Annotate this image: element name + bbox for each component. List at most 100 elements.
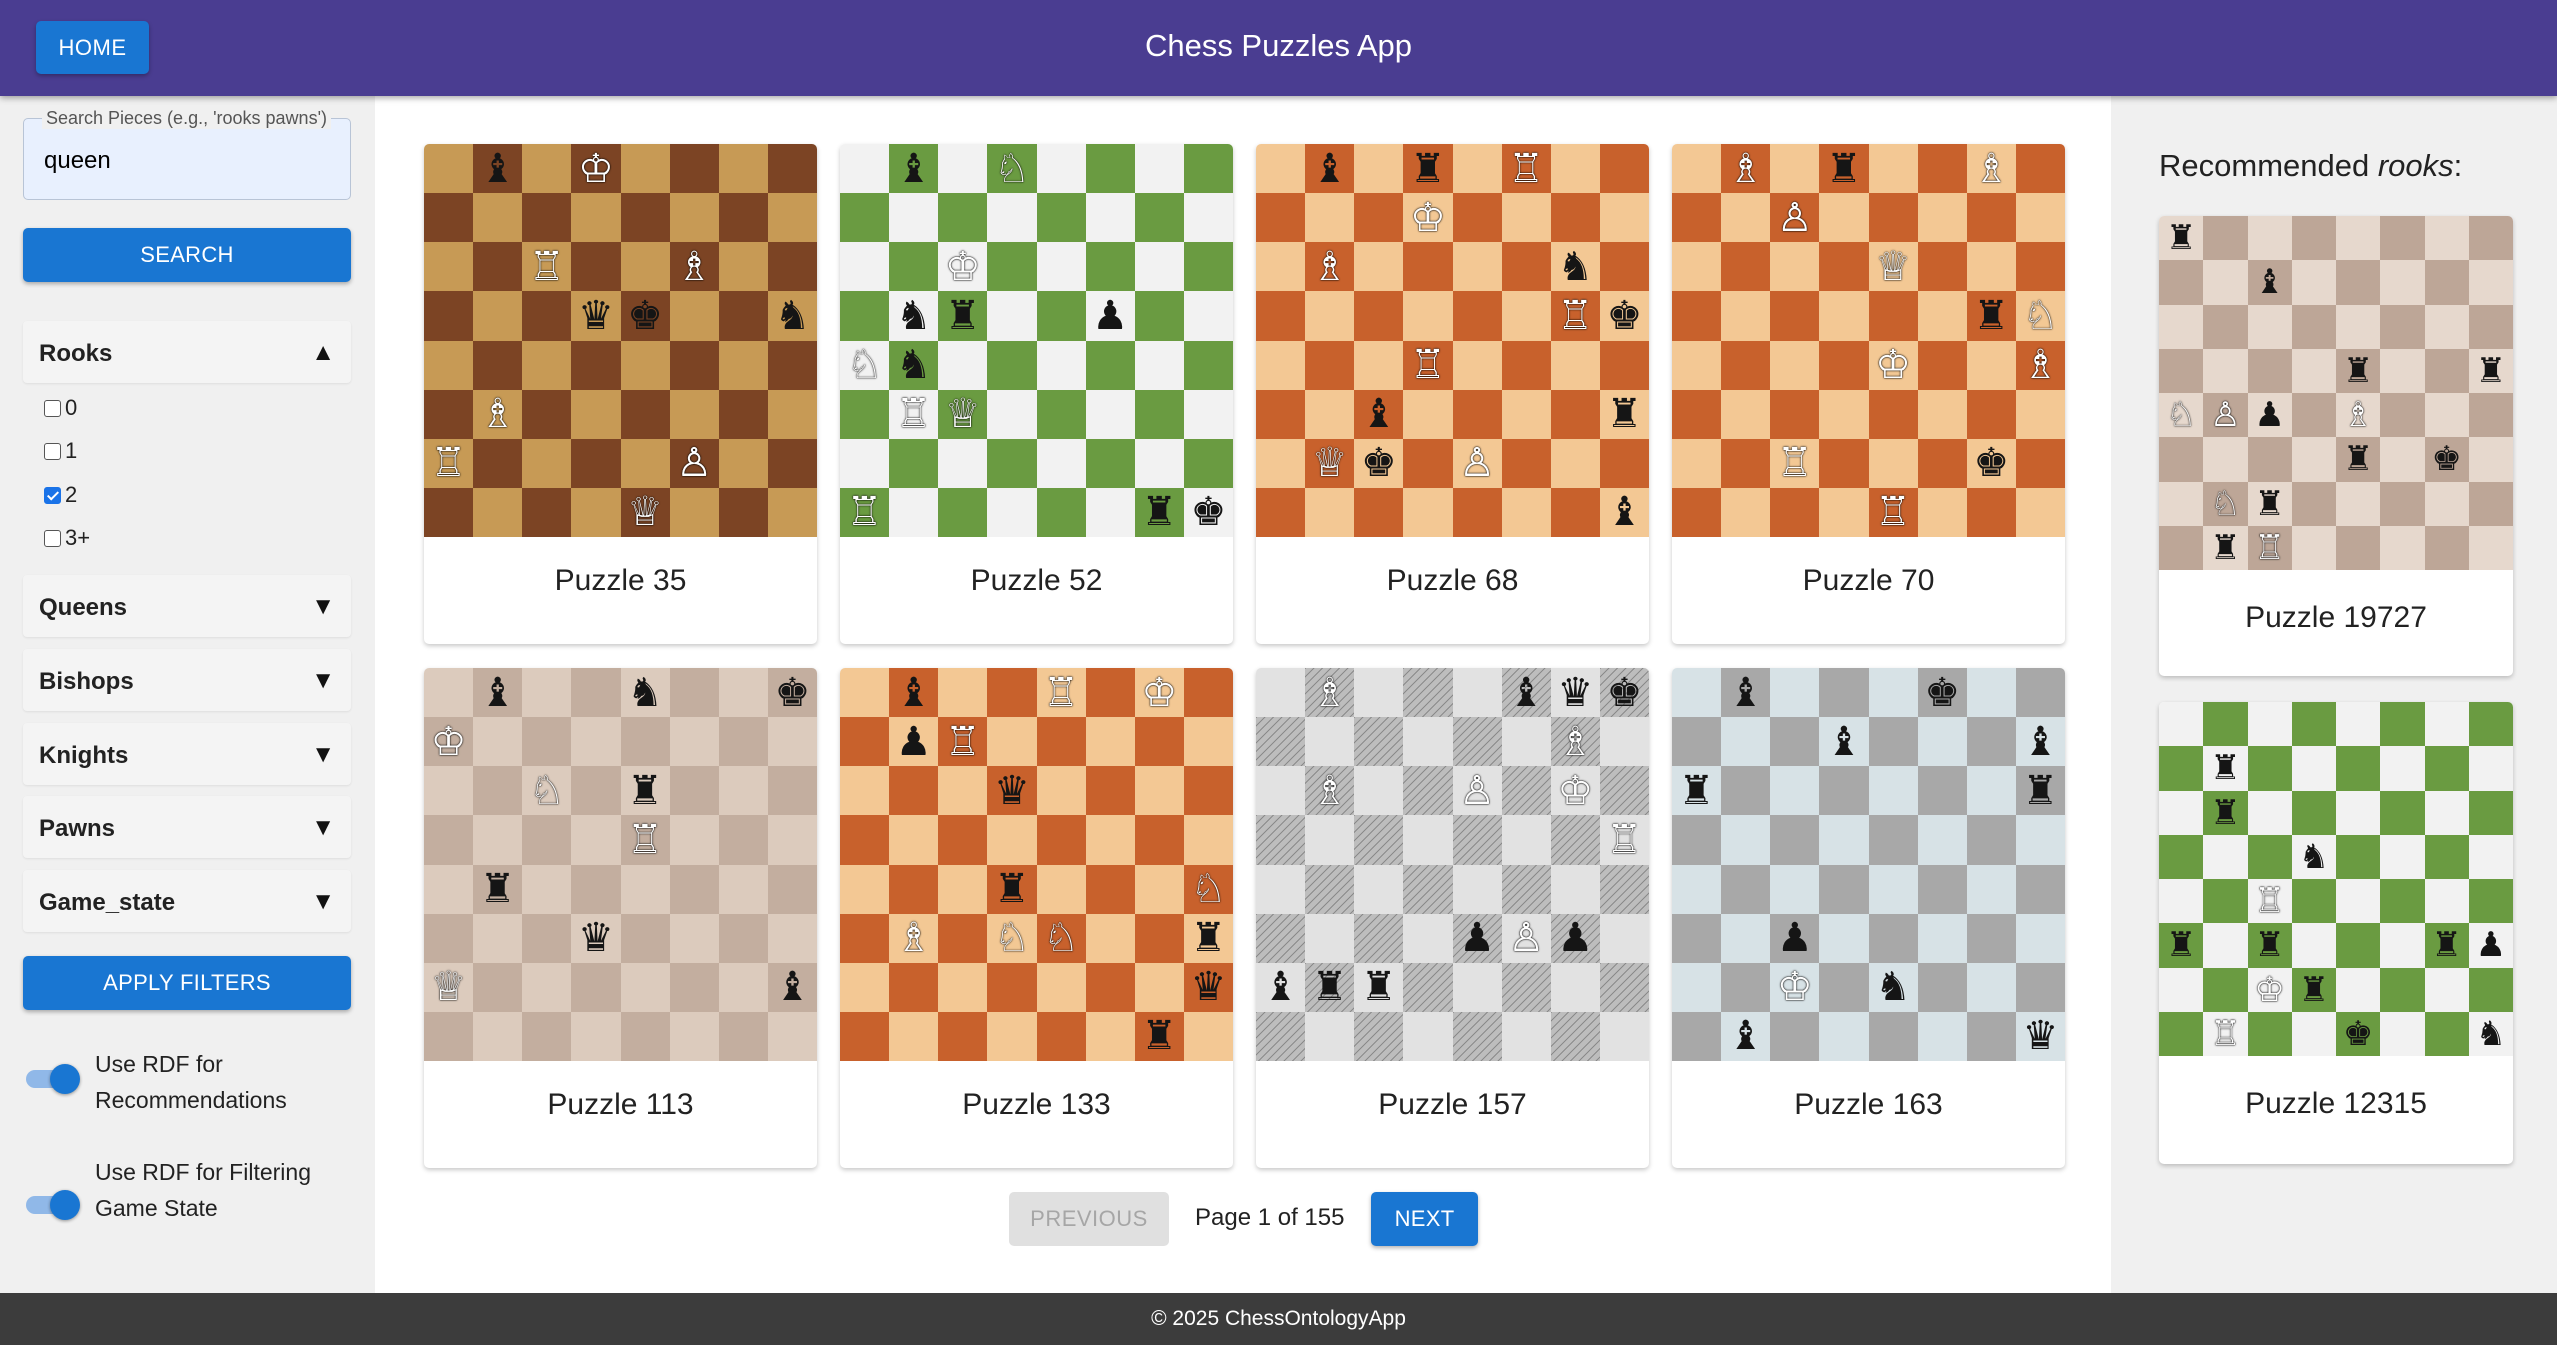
puzzle-card[interactable]: ♗ ♝ ♛ ♚ ♗ ♗ ♙ ♔ ♖ ♟ ♙ ♟ ♝ ♜ ♜ Puzzle 157: [1256, 668, 1649, 1168]
board-square: [1354, 864, 1404, 914]
board-square: [767, 864, 817, 914]
recommended-puzzle-card[interactable]: ♜ ♝ ♜ ♜ ♘ ♙ ♟ ♗ ♜ ♚ ♘ ♜ ♜ ♖ Puzzle 19727: [2159, 216, 2513, 676]
chess-board[interactable]: ♝ ♘ ♔ ♞ ♜ ♟ ♘ ♞ ♖ ♕ ♖ ♜ ♚: [840, 144, 1233, 537]
white-king-icon: ♔: [1141, 669, 1178, 716]
puzzle-card[interactable]: ♝ ♞ ♚ ♔ ♘ ♜ ♖ ♜ ♛ ♕ ♝ Puzzle 113: [424, 668, 817, 1168]
board-square: [1403, 438, 1453, 488]
board-square: [1672, 389, 1722, 439]
board-square: [1036, 242, 1086, 292]
board-square: ♞: [889, 291, 939, 341]
board-square: [522, 1011, 572, 1061]
rdf-recommendations-toggle[interactable]: [26, 1064, 80, 1094]
recommended-puzzle-card[interactable]: ♜ ♜ ♞ ♖ ♜ ♜ ♜ ♟ ♔ ♜ ♖ ♚ ♞ Puzzle 12315: [2159, 702, 2513, 1164]
board-square: ♗: [1305, 668, 1355, 718]
black-bishop-icon: ♝: [1262, 964, 1299, 1011]
black-bishop-icon: ♝: [895, 145, 932, 192]
board-square: ♔: [571, 144, 621, 194]
board-square: ♝: [1819, 717, 1869, 767]
board-square: [767, 913, 817, 963]
white-queen-icon: ♕: [1875, 243, 1911, 290]
next-button[interactable]: NEXT: [1371, 1192, 1478, 1246]
rdf-filtering-toggle[interactable]: [26, 1190, 80, 1220]
chess-board[interactable]: ♜ ♝ ♜ ♜ ♘ ♙ ♟ ♗ ♜ ♚ ♘ ♜ ♜ ♖: [2159, 216, 2513, 570]
board-square: [987, 242, 1037, 292]
board-square: [1403, 487, 1453, 537]
board-square: [571, 717, 621, 767]
board-square: [840, 864, 890, 914]
toggle-knob[interactable]: [50, 1064, 80, 1094]
chess-board[interactable]: ♝ ♜ ♖ ♔ ♗ ♞ ♖ ♚ ♖ ♝ ♜ ♕ ♚ ♙ ♝: [1256, 144, 1649, 537]
board-square: [718, 815, 768, 865]
filter-pawns[interactable]: Pawns ▼: [23, 796, 351, 858]
board-square: ♜: [1134, 1011, 1184, 1061]
title-suffix: :: [2453, 148, 2463, 183]
filter-queens-label: Queens: [39, 594, 128, 621]
board-square: [1966, 193, 2016, 243]
chess-board[interactable]: ♗ ♝ ♛ ♚ ♗ ♗ ♙ ♔ ♖ ♟ ♙ ♟ ♝ ♜ ♜: [1256, 668, 1649, 1061]
puzzle-card[interactable]: ♗ ♜ ♗ ♙ ♕ ♜ ♘ ♔ ♗ ♖ ♚ ♖ Puzzle 70: [1672, 144, 2065, 644]
rooks-option-3plus[interactable]: 3+: [44, 525, 90, 551]
checkbox-rooks-3plus[interactable]: [44, 529, 61, 547]
board-square: [1036, 193, 1086, 243]
board-square: [1917, 766, 1967, 816]
board-square: [522, 962, 572, 1012]
search-input[interactable]: queen: [44, 147, 111, 175]
puzzle-card[interactable]: ♝ ♖ ♔ ♟ ♖ ♛ ♜ ♘ ♗ ♘ ♘ ♜ ♛ ♜ Puzzle 133: [840, 668, 1233, 1168]
toggle-label-line: Use RDF for: [95, 1051, 223, 1077]
apply-filters-button[interactable]: APPLY FILTERS: [23, 956, 351, 1010]
board-square: ♜: [2247, 923, 2292, 968]
board-square: [767, 193, 817, 243]
board-square: [1672, 668, 1722, 718]
white-rook-icon: ♖: [944, 718, 981, 765]
checkbox-rooks-2[interactable]: [44, 486, 61, 504]
board-square: [2424, 260, 2469, 305]
filter-knights[interactable]: Knights ▼: [23, 723, 351, 785]
chess-board[interactable]: ♝ ♔ ♖ ♗ ♛ ♚ ♞ ♗ ♖ ♙ ♕: [424, 144, 817, 537]
filter-rooks[interactable]: Rooks ▲: [23, 321, 351, 383]
chess-board[interactable]: ♝ ♖ ♔ ♟ ♖ ♛ ♜ ♘ ♗ ♘ ♘ ♜ ♛ ♜: [840, 668, 1233, 1061]
board-square: [571, 962, 621, 1012]
board-square: ♕: [1305, 438, 1355, 488]
board-square: ♘: [1183, 864, 1233, 914]
puzzle-card[interactable]: ♝ ♚ ♝ ♝ ♜ ♜ ♟ ♔ ♞ ♝ ♛ Puzzle 163: [1672, 668, 2065, 1168]
filter-bishops[interactable]: Bishops ▼: [23, 649, 351, 711]
board-square: ♔: [938, 242, 988, 292]
board-square: ♖: [840, 487, 890, 537]
board-square: [1256, 291, 1306, 341]
board-square: ♜: [1134, 487, 1184, 537]
puzzle-card[interactable]: ♝ ♜ ♖ ♔ ♗ ♞ ♖ ♚ ♖ ♝ ♜ ♕ ♚ ♙ ♝ Puzzle 68: [1256, 144, 1649, 644]
rooks-option-0[interactable]: 0: [44, 395, 77, 421]
puzzle-card[interactable]: ♝ ♘ ♔ ♞ ♜ ♟ ♘ ♞ ♖ ♕ ♖ ♜ ♚ Puzzle 52: [840, 144, 1233, 644]
board-square: ♚: [1966, 438, 2016, 488]
board-square: [2203, 702, 2248, 747]
filter-queens[interactable]: Queens ▼: [23, 575, 351, 637]
board-square: [1550, 487, 1600, 537]
filter-game-state[interactable]: Game_state ▼: [23, 870, 351, 932]
rooks-option-1[interactable]: 1: [44, 438, 77, 464]
board-square: [767, 389, 817, 439]
toggle-knob[interactable]: [50, 1190, 80, 1220]
white-bishop-icon: ♗: [1311, 243, 1348, 290]
board-square: [1770, 291, 1820, 341]
board-square: ♕: [424, 962, 474, 1012]
board-square: [1868, 913, 1918, 963]
previous-button[interactable]: PREVIOUS: [1009, 1192, 1169, 1246]
filter-game-state-label: Game_state: [39, 889, 176, 916]
board-square: [1721, 389, 1771, 439]
checkbox-rooks-0[interactable]: [44, 399, 61, 417]
puzzle-card[interactable]: ♝ ♔ ♖ ♗ ♛ ♚ ♞ ♗ ♖ ♙ ♕ Puzzle 35: [424, 144, 817, 644]
board-square: [2424, 790, 2469, 835]
chess-board[interactable]: ♜ ♜ ♞ ♖ ♜ ♜ ♜ ♟ ♔ ♜ ♖ ♚ ♞: [2159, 702, 2513, 1056]
black-bishop-icon: ♝: [1826, 718, 1862, 765]
board-square: [987, 340, 1037, 390]
search-field[interactable]: Search Pieces (e.g., 'rooks pawns') quee…: [23, 108, 351, 200]
chess-board[interactable]: ♝ ♞ ♚ ♔ ♘ ♜ ♖ ♜ ♛ ♕ ♝: [424, 668, 817, 1061]
board-square: [1672, 815, 1722, 865]
rooks-option-2[interactable]: 2: [44, 482, 77, 508]
chess-board[interactable]: ♗ ♜ ♗ ♙ ♕ ♜ ♘ ♔ ♗ ♖ ♚ ♖: [1672, 144, 2065, 537]
board-square: ♚: [1599, 291, 1649, 341]
board-square: [1305, 487, 1355, 537]
search-button[interactable]: SEARCH: [23, 228, 351, 282]
checkbox-rooks-1[interactable]: [44, 442, 61, 460]
chess-board[interactable]: ♝ ♚ ♝ ♝ ♜ ♜ ♟ ♔ ♞ ♝ ♛: [1672, 668, 2065, 1061]
